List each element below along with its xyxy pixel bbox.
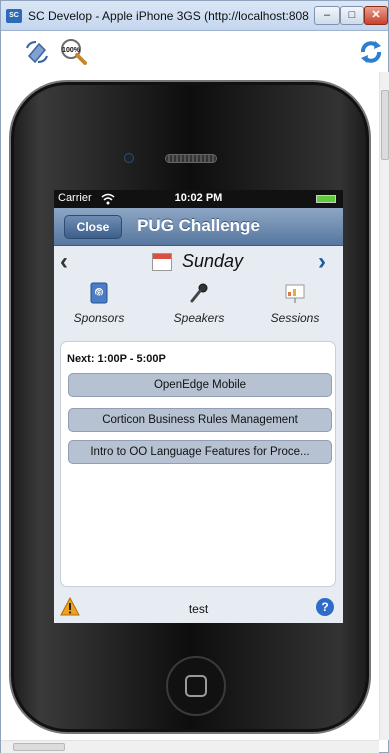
battery-icon	[316, 195, 336, 203]
app-screen: Carrier 10:02 PM Close PUG Challenge ‹ S…	[54, 190, 343, 623]
vertical-scrollbar[interactable]	[379, 72, 389, 740]
rotate-icon[interactable]	[23, 38, 51, 66]
speaker-grille	[165, 154, 217, 163]
tab-sessions[interactable]: Sessions	[250, 278, 340, 336]
close-window-button[interactable]: ✕	[364, 6, 388, 25]
minimize-button[interactable]: ‒	[314, 6, 340, 25]
nav-bar: Close PUG Challenge	[54, 208, 343, 246]
vertical-scroll-thumb[interactable]	[381, 90, 389, 160]
page-title: PUG Challenge	[137, 216, 260, 235]
app-icon: SC	[6, 9, 22, 23]
help-icon[interactable]: ?	[316, 598, 334, 616]
zoom-level-text: 100%	[62, 47, 81, 54]
tab-speakers-label: Speakers	[173, 311, 225, 325]
tab-sessions-label: Sessions	[270, 311, 320, 325]
horizontal-scrollbar[interactable]	[1, 740, 379, 753]
session-item[interactable]: Corticon Business Rules Management	[68, 408, 332, 432]
horizontal-scroll-thumb[interactable]	[13, 743, 65, 751]
microphone-icon	[190, 283, 208, 303]
tab-speakers[interactable]: Speakers	[154, 278, 244, 336]
toolbar: 100%	[1, 32, 388, 72]
window-title: SC Develop - Apple iPhone 3GS (http://lo…	[28, 9, 310, 23]
session-item[interactable]: Intro to OO Language Features for Proce.…	[68, 440, 332, 464]
home-square-icon	[185, 675, 207, 697]
zoom-icon[interactable]: 100%	[59, 38, 87, 66]
camera-icon	[124, 153, 134, 163]
address-book-icon: @	[90, 282, 108, 304]
tab-sponsors-label: Sponsors	[73, 311, 125, 325]
section-tabs: @ Sponsors Speakers Sessions	[54, 278, 343, 338]
refresh-icon[interactable]	[357, 38, 385, 66]
app-window: SC SC Develop - Apple iPhone 3GS (http:/…	[0, 0, 389, 753]
tab-sponsors[interactable]: @ Sponsors	[54, 278, 144, 336]
window-titlebar[interactable]: SC SC Develop - Apple iPhone 3GS (http:/…	[1, 1, 388, 31]
next-time-label: Next: 1:00P - 5:00P	[67, 353, 166, 365]
status-bar: Carrier 10:02 PM	[54, 190, 343, 208]
day-navigator: ‹ Sunday ›	[54, 246, 343, 276]
sessions-panel: Next: 1:00P - 5:00P OpenEdge Mobile Cort…	[60, 341, 336, 587]
next-day-button[interactable]: ›	[318, 248, 326, 276]
calendar-icon	[152, 253, 172, 271]
day-label: Sunday	[182, 251, 244, 271]
bottom-bar: test ?	[54, 595, 343, 623]
simulator-viewport: Carrier 10:02 PM Close PUG Challenge ‹ S…	[1, 72, 379, 740]
presentation-icon	[285, 284, 305, 303]
session-item[interactable]: OpenEdge Mobile	[68, 373, 332, 397]
prev-day-button[interactable]: ‹	[60, 248, 68, 276]
status-time: 10:02 PM	[174, 192, 223, 204]
bottom-status-text: test	[188, 602, 209, 616]
maximize-button[interactable]: □	[340, 6, 364, 25]
svg-text:@: @	[95, 290, 102, 297]
